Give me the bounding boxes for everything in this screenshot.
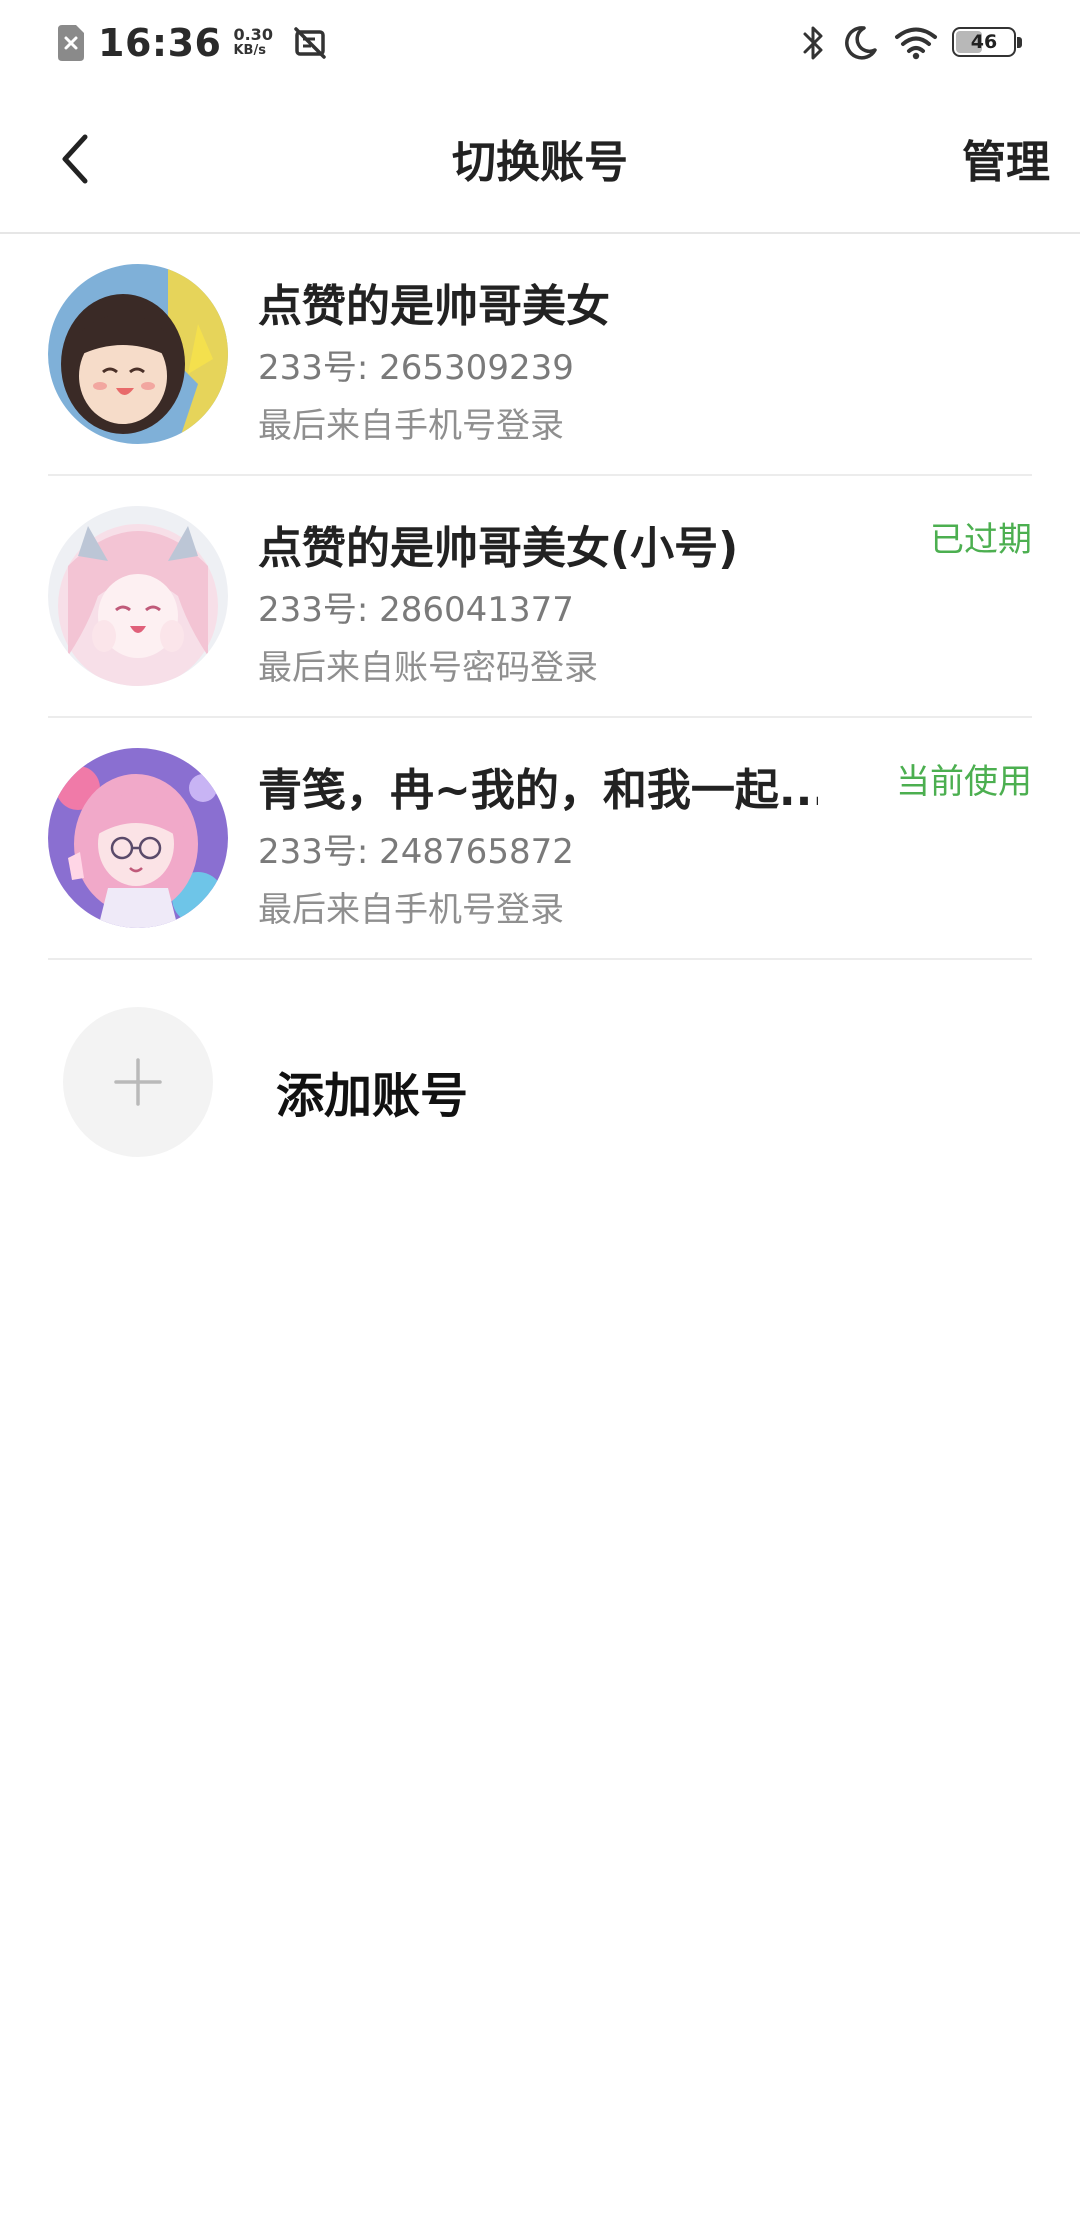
add-account-circle bbox=[63, 1007, 213, 1157]
battery-tip bbox=[1017, 37, 1022, 48]
add-account-button[interactable]: 添加账号 bbox=[0, 1000, 1080, 1160]
account-login-source: 最后来自手机号登录 bbox=[258, 406, 564, 446]
manage-button[interactable]: 管理 bbox=[962, 126, 1050, 190]
sim-card-icon bbox=[58, 25, 84, 61]
moon-icon bbox=[844, 25, 878, 61]
account-item[interactable]: 点赞的是帅哥美女 233号: 265309239 最后来自手机号登录 bbox=[0, 234, 1080, 476]
avatar bbox=[48, 506, 228, 686]
account-login-source: 最后来自手机号登录 bbox=[258, 890, 564, 930]
account-name: 青笺，冉~我的，和我一起... bbox=[258, 765, 818, 816]
account-item[interactable]: 点赞的是帅哥美女(小号) 233号: 286041377 最后来自账号密码登录 … bbox=[0, 476, 1080, 718]
status-bar-left: 16:36 0.30 KB/s bbox=[58, 18, 327, 68]
status-bar-right: 46 bbox=[802, 18, 1022, 68]
account-status: 已过期 bbox=[930, 520, 1032, 560]
wifi-icon bbox=[894, 26, 938, 60]
battery-icon: 46 bbox=[952, 27, 1022, 59]
account-status: 当前使用 bbox=[896, 762, 1032, 802]
chevron-left-icon bbox=[62, 134, 88, 184]
no-sim-icon bbox=[293, 26, 327, 60]
avatar bbox=[48, 748, 228, 928]
network-speed-value: 0.30 bbox=[233, 25, 273, 44]
account-login-source: 最后来自账号密码登录 bbox=[258, 648, 598, 688]
network-speed-unit: KB/s bbox=[233, 43, 266, 58]
top-app-bar: 切换账号 管理 bbox=[0, 88, 1080, 234]
battery-percent: 46 bbox=[970, 31, 998, 53]
plus-icon bbox=[114, 1058, 162, 1106]
status-time: 16:36 bbox=[98, 21, 222, 65]
status-bar: 16:36 0.30 KB/s 46 bbox=[0, 0, 1080, 88]
add-account-label: 添加账号 bbox=[276, 1068, 469, 1124]
network-speed: 0.30 KB/s bbox=[233, 27, 272, 59]
account-item[interactable]: 青笺，冉~我的，和我一起... 233号: 248765872 最后来自手机号登… bbox=[0, 718, 1080, 960]
account-list: 点赞的是帅哥美女 233号: 265309239 最后来自手机号登录 点赞的是帅… bbox=[0, 234, 1080, 960]
divider bbox=[48, 958, 1032, 960]
account-id: 233号: 265309239 bbox=[258, 348, 574, 388]
back-button[interactable] bbox=[40, 124, 110, 194]
account-name: 点赞的是帅哥美女 bbox=[258, 281, 610, 332]
account-id: 233号: 248765872 bbox=[258, 832, 574, 872]
avatar bbox=[48, 264, 228, 444]
bluetooth-icon bbox=[802, 24, 826, 62]
account-name: 点赞的是帅哥美女(小号) bbox=[258, 523, 739, 574]
page-title: 切换账号 bbox=[452, 137, 628, 188]
account-id: 233号: 286041377 bbox=[258, 590, 574, 630]
